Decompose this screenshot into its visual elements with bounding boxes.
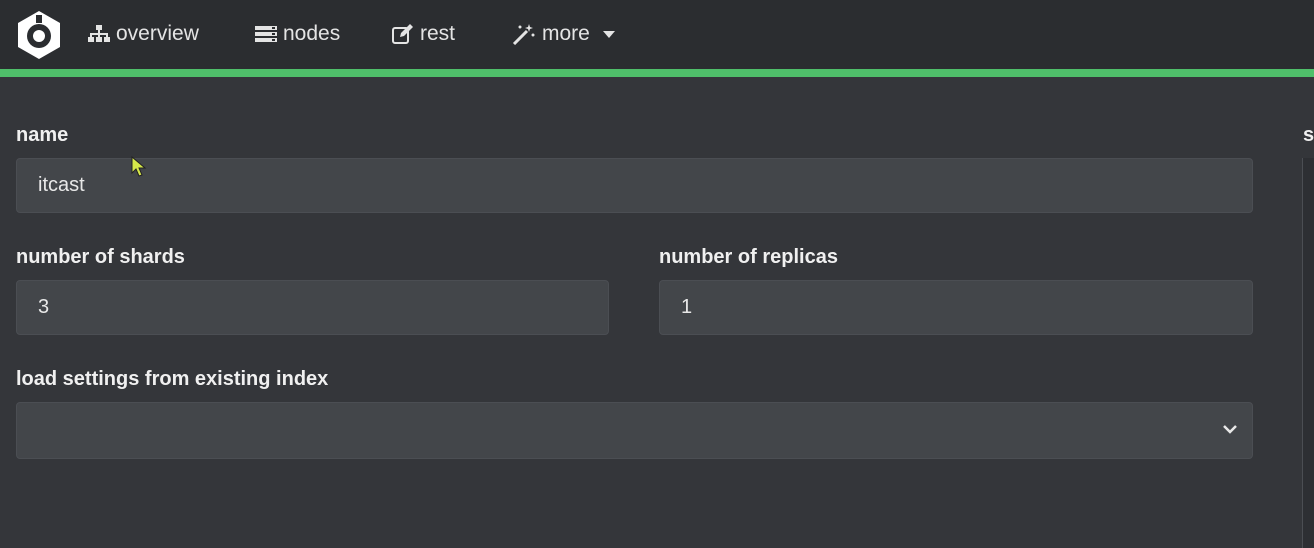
- replicas-label: number of replicas: [659, 246, 838, 268]
- caret-down-icon: [602, 31, 615, 38]
- load-settings-label: load settings from existing index: [16, 368, 329, 390]
- chevron-down-icon: [1223, 425, 1237, 434]
- nav-more-label: more: [542, 22, 590, 45]
- nav-rest-label: rest: [420, 22, 456, 45]
- name-label: name: [16, 124, 69, 146]
- nav-nodes-label: nodes: [283, 22, 341, 45]
- nav-nodes[interactable]: nodes: [255, 20, 340, 48]
- shards-input[interactable]: [16, 280, 609, 335]
- top-navbar: overview nodes rest more: [0, 0, 1314, 69]
- nav-rest[interactable]: rest: [392, 20, 455, 48]
- load-settings-select[interactable]: [16, 402, 1253, 459]
- nav-more[interactable]: more: [512, 20, 616, 48]
- shards-label: number of shards: [16, 246, 185, 268]
- hexagon-logo-icon[interactable]: [14, 9, 64, 61]
- name-input[interactable]: [16, 158, 1253, 213]
- nav-overview-label: overview: [116, 22, 199, 45]
- right-panel-label: s: [1303, 124, 1314, 146]
- mouse-cursor-icon: [131, 156, 147, 177]
- right-panel[interactable]: [1302, 158, 1314, 548]
- replicas-input[interactable]: [659, 280, 1253, 335]
- edit-icon: [392, 24, 413, 44]
- nav-overview[interactable]: overview: [88, 20, 199, 48]
- sitemap-icon: [88, 25, 110, 42]
- magic-wand-icon: [512, 24, 535, 45]
- accent-bar: [0, 69, 1314, 77]
- server-icon: [255, 26, 277, 42]
